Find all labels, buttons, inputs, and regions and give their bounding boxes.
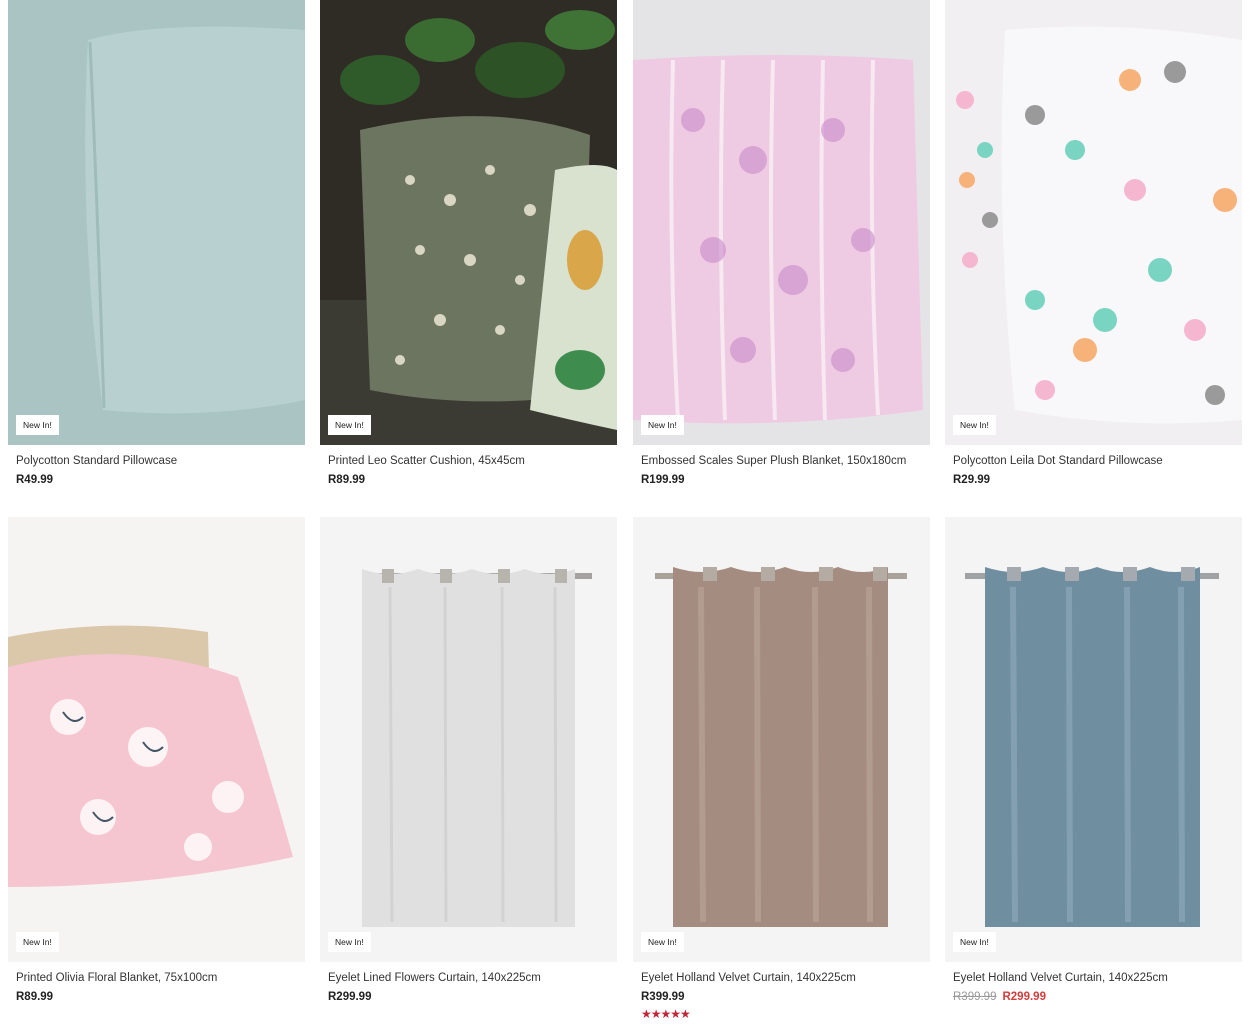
product-price: R199.99 <box>641 474 685 486</box>
product-card[interactable]: New In! Printed Leo Scatter Cushion, 45x… <box>320 0 617 486</box>
product-card[interactable]: New In! Printed Olivia Floral Blanket, 7… <box>8 517 305 1003</box>
product-title[interactable]: Polycotton Leila Dot Standard Pillowcase <box>953 455 1163 467</box>
product-image[interactable]: New In! <box>8 0 305 445</box>
product-image[interactable]: New In! <box>633 0 930 445</box>
product-title[interactable]: Printed Leo Scatter Cushion, 45x45cm <box>328 455 525 467</box>
product-image[interactable]: New In! <box>633 517 930 962</box>
new-in-badge: New In! <box>641 932 684 952</box>
product-price: R89.99 <box>16 991 54 1003</box>
product-image[interactable]: New In! <box>945 0 1242 445</box>
new-in-badge: New In! <box>328 932 371 952</box>
new-in-badge: New In! <box>328 415 371 435</box>
rating-stars: ★★★★★ <box>641 1007 691 1021</box>
product-card[interactable]: New In! Eyelet Lined Flowers Curtain, 14… <box>320 517 617 1003</box>
product-title[interactable]: Eyelet Lined Flowers Curtain, 140x225cm <box>328 972 541 984</box>
new-in-badge: New In! <box>641 415 684 435</box>
product-image[interactable]: New In! <box>8 517 305 962</box>
product-title[interactable]: Eyelet Holland Velvet Curtain, 140x225cm <box>641 972 856 984</box>
sale-price: R299.99 <box>1002 991 1046 1003</box>
new-in-badge: New In! <box>16 415 59 435</box>
new-in-badge: New In! <box>953 415 996 435</box>
product-price: R89.99 <box>328 474 366 486</box>
new-in-badge: New In! <box>953 932 996 952</box>
product-price: R29.99 <box>953 474 991 486</box>
product-image[interactable]: New In! <box>320 0 617 445</box>
product-image[interactable]: New In! <box>320 517 617 962</box>
was-price: R399.99 <box>953 991 997 1003</box>
product-price: R399.99 <box>641 991 685 1003</box>
product-card[interactable]: New In! Eyelet Holland Velvet Curtain, 1… <box>633 517 930 1021</box>
product-title[interactable]: Printed Olivia Floral Blanket, 75x100cm <box>16 972 217 984</box>
new-in-badge: New In! <box>16 932 59 952</box>
product-title[interactable]: Polycotton Standard Pillowcase <box>16 455 177 467</box>
product-image[interactable]: New In! <box>945 517 1242 962</box>
product-card[interactable]: New In! Polycotton Leila Dot Standard Pi… <box>945 0 1242 486</box>
product-title[interactable]: Embossed Scales Super Plush Blanket, 150… <box>641 455 906 467</box>
product-price: R399.99 R299.99 <box>953 991 1046 1003</box>
product-price: R299.99 <box>328 991 372 1003</box>
product-grid: New In! Polycotton Standard Pillowcase R… <box>0 0 1250 1036</box>
product-title[interactable]: Eyelet Holland Velvet Curtain, 140x225cm <box>953 972 1168 984</box>
product-card[interactable]: New In! Polycotton Standard Pillowcase R… <box>8 0 305 486</box>
product-card[interactable]: New In! Eyelet Holland Velvet Curtain, 1… <box>945 517 1242 1003</box>
product-card[interactable]: New In! Embossed Scales Super Plush Blan… <box>633 0 930 486</box>
product-price: R49.99 <box>16 474 54 486</box>
